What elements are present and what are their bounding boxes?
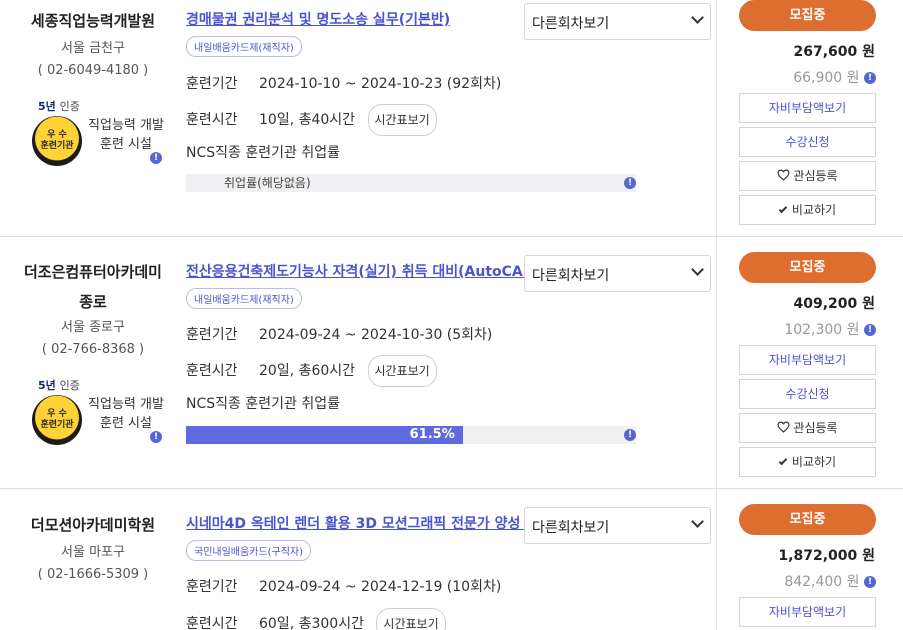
course-info: 경매물권 권리분석 및 명도소송 실무(기본반) 내일배움카드제(재직자) 훈련…: [186, 10, 520, 230]
institution-name[interactable]: 더조은컴퓨터아카데미 종로: [0, 257, 186, 317]
apply-button[interactable]: 수강신청: [739, 379, 876, 409]
schedule-button[interactable]: 시간표보기: [367, 104, 437, 136]
course-title-link[interactable]: 경매물권 권리분석 및 명도소송 실무(기본반): [186, 10, 526, 30]
training-time: 훈련시간 10일, 총40시간 시간표보기: [186, 104, 437, 136]
institution-name[interactable]: 세종직업능력개발원: [0, 4, 186, 38]
chevron-down-icon: [691, 515, 704, 528]
training-time: 훈련시간 20일, 총60시간 시간표보기: [186, 355, 437, 387]
compare-button[interactable]: 비교하기: [739, 447, 876, 477]
course-row: 더모션아카데미학원 서울 마포구 ( 02-1666-5309 ) 시네마4D …: [0, 489, 903, 630]
employment-rate-fill: 61.5%: [186, 426, 463, 444]
other-session-select[interactable]: 다른회차보기: [524, 507, 711, 544]
info-icon[interactable]: !: [150, 152, 162, 164]
institution-phone: ( 02-6049-4180 ): [37, 63, 149, 78]
divider: [716, 237, 717, 488]
chevron-down-icon: [691, 263, 704, 276]
recruiting-status-badge: 모집중: [739, 0, 876, 31]
recruiting-status-badge: 모집중: [739, 504, 876, 535]
info-icon[interactable]: !: [150, 431, 162, 443]
employment-rate-bar: 61.5% !: [186, 426, 636, 444]
course-title-link[interactable]: 전산응용건축제도기능사 자격(실기) 취득 대비(AutoCAD: [186, 262, 526, 282]
five-year-cert-label: 5년 인증: [38, 100, 80, 113]
employment-rate-text: 취업률(해당없음): [224, 176, 311, 190]
training-period: 훈련기간 2024-09-24 ~ 2024-12-19 (10회차): [186, 579, 502, 595]
action-panel: 모집중 267,600 원 66,900 원 ! 자비부담액보기 수강신청 관심…: [739, 0, 876, 225]
self-pay-button[interactable]: 자비부담액보기: [739, 345, 876, 375]
self-pay-price: 102,300 원 !: [739, 319, 876, 339]
check-icon: [778, 204, 788, 214]
institution-location: 서울 종로구: [61, 320, 125, 335]
cert-description: 직업능력 개발훈련 시설: [88, 397, 164, 431]
training-period: 훈련기간 2024-10-10 ~ 2024-10-23 (92회차): [186, 76, 502, 92]
course-title-link[interactable]: 시네마4D 옥테인 렌더 활용 3D 모션그래픽 전문가 양성 과: [186, 514, 526, 534]
institution-location: 서울 마포구: [61, 545, 125, 560]
heart-icon: [777, 421, 790, 433]
schedule-button[interactable]: 시간표보기: [367, 355, 437, 387]
card-type-tag: 내일배움카드제(재직자): [186, 288, 302, 309]
institution-phone: ( 02-766-8368 ): [41, 342, 145, 357]
recruiting-status-badge: 모집중: [739, 252, 876, 283]
institution-name[interactable]: 더모션아카데미학원: [0, 508, 186, 542]
institution-info: 더조은컴퓨터아카데미 종로 서울 종로구 ( 02-766-8368 ): [0, 257, 186, 361]
course-info: 시네마4D 옥테인 렌더 활용 3D 모션그래픽 전문가 양성 과 국민내일배움…: [186, 514, 526, 630]
apply-button[interactable]: 수강신청: [739, 127, 876, 157]
compare-button[interactable]: 비교하기: [739, 195, 876, 225]
excellent-institution-medal-icon: 우 수 훈련기관: [32, 395, 82, 445]
institution-location: 서울 금천구: [61, 41, 125, 56]
employment-rate-text: 61.5%: [409, 427, 455, 442]
favorite-button[interactable]: 관심등록: [739, 161, 876, 191]
institution-phone: ( 02-1666-5309 ): [37, 567, 149, 582]
other-session-select[interactable]: 다른회차보기: [524, 255, 711, 292]
course-info: 전산응용건축제도기능사 자격(실기) 취득 대비(AutoCAD 내일배움카드제…: [186, 262, 526, 482]
card-type-tag: 내일배움카드제(재직자): [186, 36, 302, 57]
course-row: 더조은컴퓨터아카데미 종로 서울 종로구 ( 02-766-8368 ) 5년 …: [0, 237, 903, 489]
ncs-employment-label: NCS직종 훈련기관 취업률: [186, 396, 340, 412]
employment-rate-bar: 취업률(해당없음) !: [186, 174, 636, 192]
self-pay-button[interactable]: 자비부담액보기: [739, 93, 876, 123]
five-year-cert-label: 5년 인증: [38, 379, 80, 392]
chevron-down-icon: [691, 11, 704, 24]
card-type-tag: 국민내일배움카드(구직자): [186, 540, 312, 561]
info-icon[interactable]: !: [624, 429, 636, 441]
divider: [716, 0, 717, 236]
cert-description: 직업능력 개발훈련 시설: [88, 118, 164, 152]
info-icon[interactable]: !: [864, 324, 876, 336]
self-pay-button[interactable]: 자비부담액보기: [739, 597, 876, 627]
training-time: 훈련시간 60일, 총300시간 시간표보기: [186, 608, 446, 630]
info-icon[interactable]: !: [624, 177, 636, 189]
heart-icon: [777, 169, 790, 181]
excellent-institution-medal-icon: 우 수 훈련기관: [32, 116, 82, 166]
course-price: 409,200 원: [793, 296, 875, 312]
action-panel: 모집중 1,872,000 원 842,400 원 ! 자비부담액보기: [739, 504, 876, 627]
schedule-button[interactable]: 시간표보기: [376, 608, 446, 630]
course-price: 267,600 원: [793, 44, 875, 60]
training-period: 훈련기간 2024-09-24 ~ 2024-10-30 (5회차): [186, 327, 493, 343]
self-pay-price: 66,900 원 !: [739, 67, 876, 87]
course-price: 1,872,000 원: [778, 548, 875, 564]
favorite-button[interactable]: 관심등록: [739, 413, 876, 443]
course-row: 세종직업능력개발원 서울 금천구 ( 02-6049-4180 ) 5년 인증 …: [0, 0, 903, 237]
institution-info: 더모션아카데미학원 서울 마포구 ( 02-1666-5309 ): [0, 508, 186, 586]
info-icon[interactable]: !: [864, 72, 876, 84]
divider: [716, 489, 717, 630]
certification-badge: 5년 인증 우 수 훈련기관 직업능력 개발훈련 시설 !: [32, 377, 172, 457]
action-panel: 모집중 409,200 원 102,300 원 ! 자비부담액보기 수강신청 관…: [739, 252, 876, 477]
self-pay-price: 842,400 원 !: [739, 571, 876, 591]
check-icon: [778, 456, 788, 466]
certification-badge: 5년 인증 우 수 훈련기관 직업능력 개발훈련 시설 !: [32, 98, 172, 178]
other-session-select[interactable]: 다른회차보기: [524, 3, 711, 40]
institution-info: 세종직업능력개발원 서울 금천구 ( 02-6049-4180 ): [0, 4, 186, 82]
info-icon[interactable]: !: [864, 576, 876, 588]
ncs-employment-label: NCS직종 훈련기관 취업률: [186, 145, 340, 161]
